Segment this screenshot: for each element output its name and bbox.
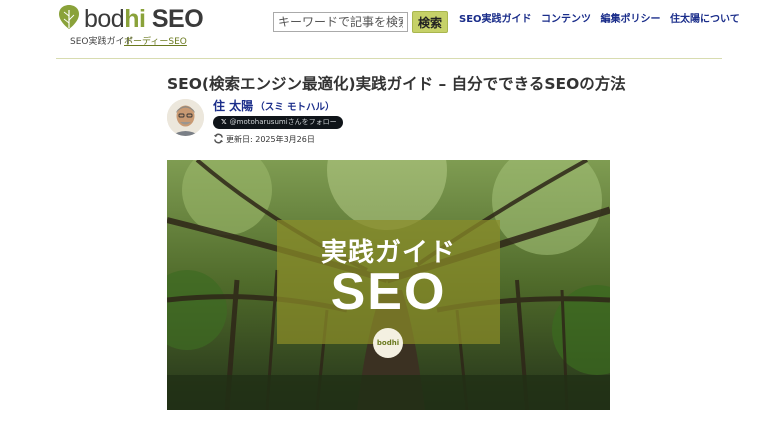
nav-item-seo-guide[interactable]: SEO実践ガイド xyxy=(459,14,532,25)
logo-tagline-right[interactable]: ボーディーSEO xyxy=(124,34,187,47)
follow-label: @motoharusumiさんをフォロー xyxy=(229,118,337,126)
author-name-kana: （スミ モトハル） xyxy=(255,102,335,113)
main-nav: SEO実践ガイド コンテンツ 編集ポリシー 住太陽について xyxy=(459,10,746,25)
logo-wordmark: bodhi SEO xyxy=(84,4,204,34)
leaf-logo-icon xyxy=(59,5,79,29)
x-follow-button[interactable]: 𝕏 @motoharusumiさんをフォロー xyxy=(213,116,343,129)
nav-item-contents[interactable]: コンテンツ xyxy=(541,14,591,25)
nav-item-about-author[interactable]: 住太陽について xyxy=(670,14,740,25)
site-logo[interactable]: bodhi SEO SEO実践ガイド ボーディーSEO xyxy=(58,4,204,48)
nav-item-editorial-policy[interactable]: 編集ポリシー xyxy=(601,14,661,25)
author-avatar[interactable] xyxy=(167,99,204,136)
hero-title-box: 実践ガイド SEO xyxy=(277,220,500,344)
site-header: bodhi SEO SEO実践ガイド ボーディーSEO 検索 SEO実践ガイド … xyxy=(0,0,777,60)
author-photo xyxy=(167,99,204,136)
article-title: SEO(検索エンジン最適化)実践ガイド – 自分でできるSEOの方法 xyxy=(167,75,626,93)
search-button[interactable]: 検索 xyxy=(412,11,448,33)
updated-label: 更新日: 2025年3月26日 xyxy=(226,135,315,144)
search-input[interactable] xyxy=(273,12,408,32)
hero-image: 実践ガイド SEO bodhi xyxy=(167,160,610,410)
logo-word-seo: SEO xyxy=(145,5,204,33)
header-divider xyxy=(56,58,722,59)
author-name: 住 太陽 xyxy=(213,99,254,113)
hero-bodhi-badge: bodhi xyxy=(373,328,403,358)
updated-date: 更新日: 2025年3月26日 xyxy=(213,133,315,145)
author-name-link[interactable]: 住 太陽 （スミ モトハル） xyxy=(213,97,335,114)
x-logo-icon: 𝕏 xyxy=(221,118,227,126)
hero-main-title: SEO xyxy=(330,263,447,321)
refresh-icon xyxy=(213,133,224,144)
logo-word-hi: hi xyxy=(124,5,146,33)
logo-word-bod: bod xyxy=(84,5,125,33)
